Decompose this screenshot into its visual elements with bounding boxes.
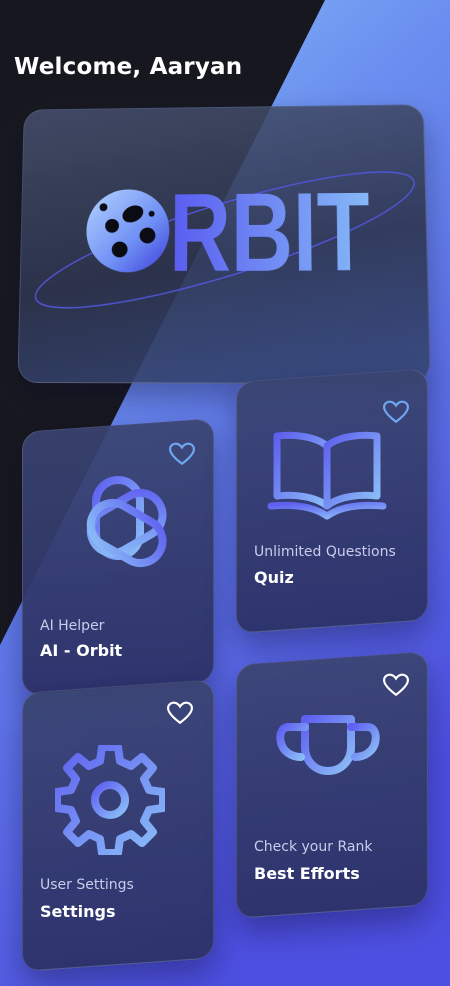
- card-best-efforts[interactable]: Check your Rank Best Efforts: [236, 651, 428, 919]
- orbit-logo: RBIT: [18, 105, 429, 383]
- card-subtitle: AI Helper: [40, 618, 105, 634]
- trophy-icon: [276, 715, 380, 809]
- open-book-icon: [267, 431, 387, 520]
- gear-icon: [55, 745, 165, 855]
- card-title: AI - Orbit: [40, 641, 123, 660]
- card-subtitle: User Settings: [40, 877, 134, 893]
- card-settings[interactable]: User Settings Settings: [22, 679, 214, 972]
- openai-icon: [86, 476, 167, 567]
- card-title: Quiz: [254, 568, 294, 587]
- card-title: Best Efforts: [254, 864, 360, 883]
- favorite-heart-icon[interactable]: [383, 673, 409, 697]
- card-quiz[interactable]: Unlimited Questions Quiz: [236, 368, 428, 634]
- favorite-heart-icon[interactable]: [383, 400, 409, 424]
- card-ai-helper[interactable]: AI Helper AI - Orbit: [22, 418, 214, 696]
- planet-icon: [85, 189, 170, 273]
- favorite-heart-icon[interactable]: [169, 442, 195, 466]
- app-screen: Welcome, Aaryan RBIT AI Helper AI - Orbi…: [0, 0, 450, 986]
- favorite-heart-icon[interactable]: [167, 701, 193, 725]
- orbit-logo-text: RBIT: [169, 170, 371, 296]
- card-title: Settings: [40, 902, 116, 921]
- orbit-hero-card: RBIT: [17, 104, 431, 385]
- card-subtitle: Unlimited Questions: [254, 544, 396, 560]
- card-subtitle: Check your Rank: [254, 839, 373, 855]
- welcome-greeting: Welcome, Aaryan: [14, 54, 243, 80]
